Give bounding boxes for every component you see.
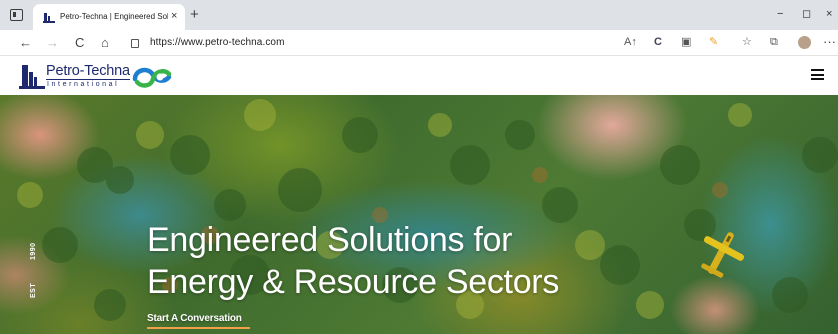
logo-swirl-icon[interactable]: [131, 65, 173, 89]
headline-line-1: Engineered Solutions for: [147, 221, 513, 259]
lock-icon[interactable]: [131, 39, 139, 48]
petro-techna-favicon-icon: [43, 13, 55, 23]
cta-underline: [147, 327, 250, 329]
read-aloud-icon[interactable]: A↑: [624, 36, 637, 49]
more-icon[interactable]: ···: [823, 34, 836, 49]
reload-button[interactable]: C: [75, 36, 84, 49]
address-bar-row: ← → C ⌂ https://www.petro-techna.com A↑ …: [0, 30, 838, 56]
collections-icon[interactable]: ⧉: [770, 36, 778, 49]
home-button[interactable]: ⌂: [101, 36, 109, 49]
favorites-icon[interactable]: ☆: [742, 36, 752, 49]
extension-c-icon[interactable]: C: [654, 36, 662, 49]
url-field[interactable]: https://www.petro-techna.com: [150, 37, 285, 48]
forward-button[interactable]: →: [46, 36, 59, 49]
hamburger-menu-icon[interactable]: [811, 69, 824, 80]
screenshot-icon[interactable]: ▣: [681, 36, 691, 49]
browser-tab[interactable]: Petro-Techna | Engineered Soluti ×: [33, 4, 185, 30]
est-year: 1990: [30, 242, 37, 260]
maximize-button[interactable]: ◻: [802, 8, 811, 20]
close-window-button[interactable]: ×: [826, 8, 832, 20]
start-conversation-link[interactable]: Start A Conversation: [147, 313, 242, 324]
brand-name[interactable]: Petro-Techna: [46, 63, 130, 80]
headline-line-2: Energy & Resource Sectors: [147, 263, 560, 301]
browser-tab-bar: Petro-Techna | Engineered Soluti × + − ◻…: [0, 0, 838, 30]
minimize-button[interactable]: −: [777, 8, 783, 20]
est-text: EST: [30, 282, 37, 298]
profile-avatar[interactable]: [798, 36, 811, 49]
established-label: EST 1990: [30, 228, 46, 298]
back-button[interactable]: ←: [19, 36, 32, 49]
tab-close-icon[interactable]: ×: [171, 10, 177, 22]
seaplane-icon: [701, 232, 745, 278]
hero-headline: Engineered Solutions for Energy & Resour…: [147, 219, 559, 303]
tab-title: Petro-Techna | Engineered Soluti: [60, 12, 168, 21]
logo-building-icon[interactable]: [19, 61, 45, 89]
pencil-extension-icon[interactable]: ✎: [709, 36, 718, 49]
site-header: Petro-Techna International: [0, 56, 838, 95]
tab-actions-icon[interactable]: [10, 9, 23, 21]
brand-subtitle: International: [47, 81, 120, 88]
new-tab-button[interactable]: +: [190, 7, 199, 22]
